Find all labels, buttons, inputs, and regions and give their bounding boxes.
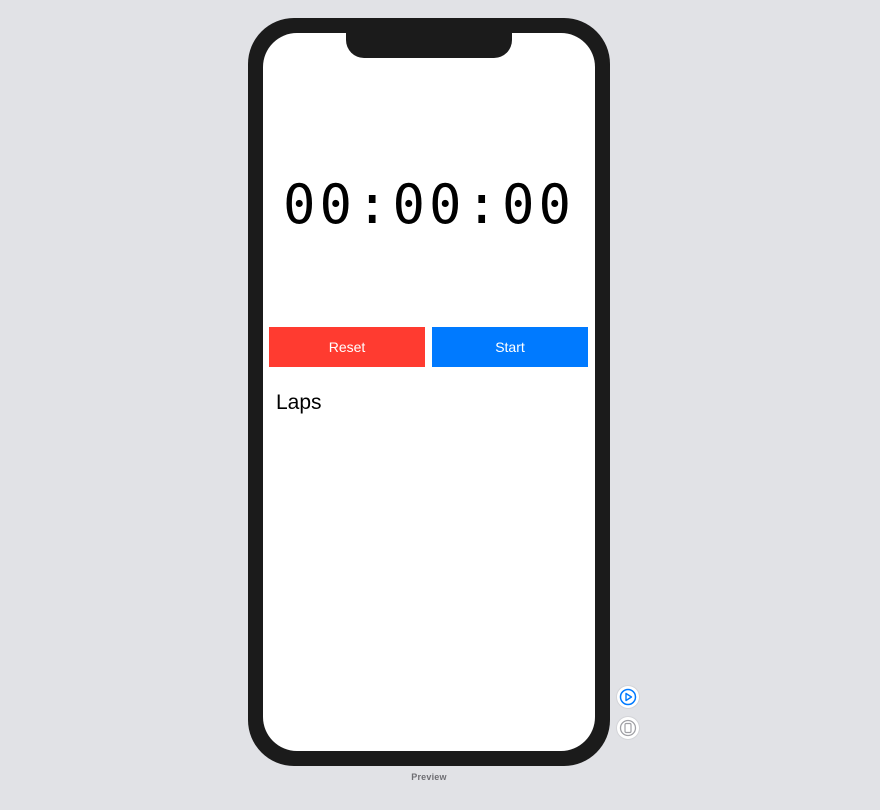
device-frame: 00:00:00 Reset Start Laps	[248, 18, 610, 766]
device-settings-button[interactable]	[617, 717, 639, 739]
laps-title: Laps	[276, 391, 322, 414]
device-notch	[346, 33, 512, 58]
reset-button[interactable]: Reset	[269, 327, 425, 367]
preview-label: Preview	[411, 772, 447, 782]
live-preview-button[interactable]	[617, 686, 639, 708]
xcode-preview-canvas: 00:00:00 Reset Start Laps Preview	[0, 0, 880, 810]
timer-display: 00:00:00	[282, 173, 576, 236]
play-circle-icon	[619, 688, 637, 706]
device-icon	[619, 719, 637, 737]
start-button[interactable]: Start	[432, 327, 588, 367]
app-screen: 00:00:00 Reset Start Laps	[263, 33, 595, 751]
